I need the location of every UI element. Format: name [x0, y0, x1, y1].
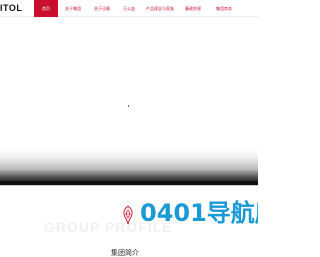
site-header: ITOL 首页 关于集团 关于迅雅 王公益 产品理念与家族 廉政合规 集团商务 [0, 0, 258, 17]
divider [0, 185, 258, 186]
page: ITOL 首页 关于集团 关于迅雅 王公益 产品理念与家族 廉政合规 集团商务 … [0, 0, 258, 257]
nav-item-about-group[interactable]: 关于集团 [59, 0, 87, 17]
main-nav: 首页 关于集团 关于迅雅 王公益 产品理念与家族 廉政合规 集团商务 [34, 0, 239, 17]
nav-item-business[interactable]: 集团商务 [209, 0, 239, 17]
section-title: 集团简介 [111, 249, 139, 257]
brand-emblem-icon [123, 205, 133, 225]
nav-item-home[interactable]: 首页 [34, 0, 58, 17]
loading-indicator [128, 105, 129, 107]
hero-banner [0, 17, 258, 185]
nav-item-about-company[interactable]: 关于迅雅 [88, 0, 116, 17]
nav-item-compliance[interactable]: 廉政合规 [179, 0, 207, 17]
nav-item-charity[interactable]: 王公益 [117, 0, 141, 17]
nav-item-products[interactable]: 产品理念与家族 [142, 0, 178, 17]
site-logo[interactable]: ITOL [0, 3, 22, 13]
overlay-watermark: 0401导航库 [140, 199, 258, 227]
